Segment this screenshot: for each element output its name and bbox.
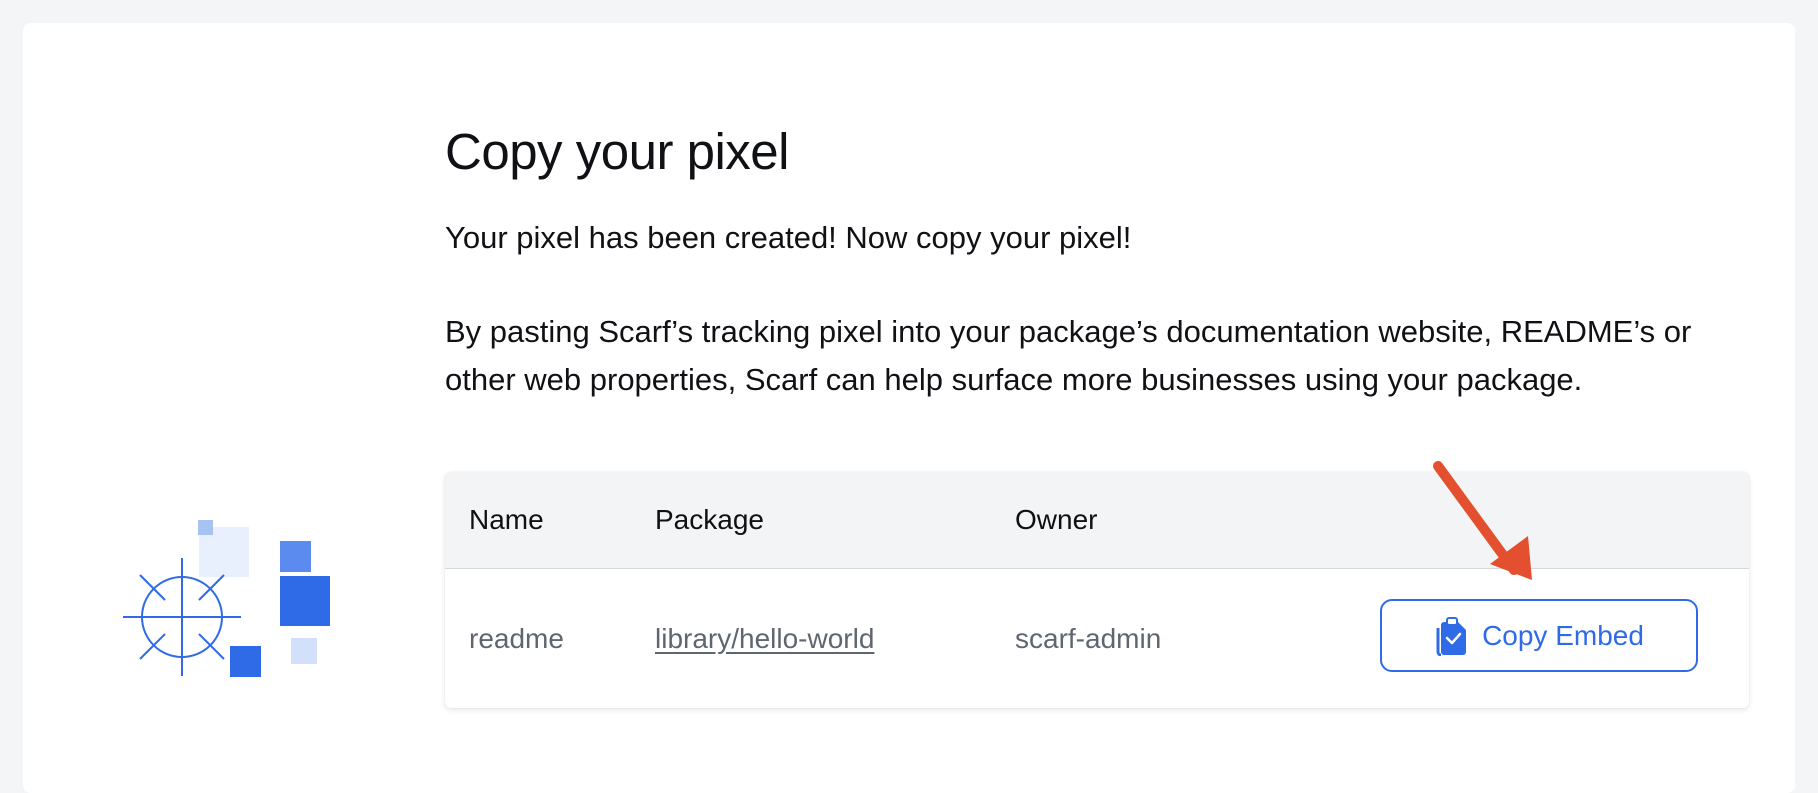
package-cell: library/hello-world [655,569,874,708]
owner-cell: scarf-admin [1015,622,1162,654]
main-content: Copy your pixel Your pixel has been crea… [445,120,1755,404]
pixel-name-cell: readme [469,622,564,654]
column-header-owner: Owner [1015,504,1098,535]
package-link[interactable]: library/hello-world [655,623,874,655]
description-text: By pasting Scarf’s tracking pixel into y… [445,314,1692,397]
clipboard-copy-icon [1434,616,1468,656]
intro-text: Your pixel has been created! Now copy yo… [445,220,1132,255]
pixel-table: Name Package Owner readme library/hello-… [445,472,1749,708]
pixel-sun-illustration [123,520,330,677]
table-row: readme library/hello-world scarf-admin C… [445,569,1749,708]
copy-embed-button[interactable]: Copy Embed [1380,599,1698,672]
page-title: Copy your pixel [445,123,790,180]
copy-embed-label: Copy Embed [1482,619,1644,651]
red-arrow-annotation [1433,461,1532,580]
column-header-name: Name [469,504,544,535]
table-header-row: Name Package Owner [445,472,1749,569]
column-header-package: Package [655,504,764,535]
